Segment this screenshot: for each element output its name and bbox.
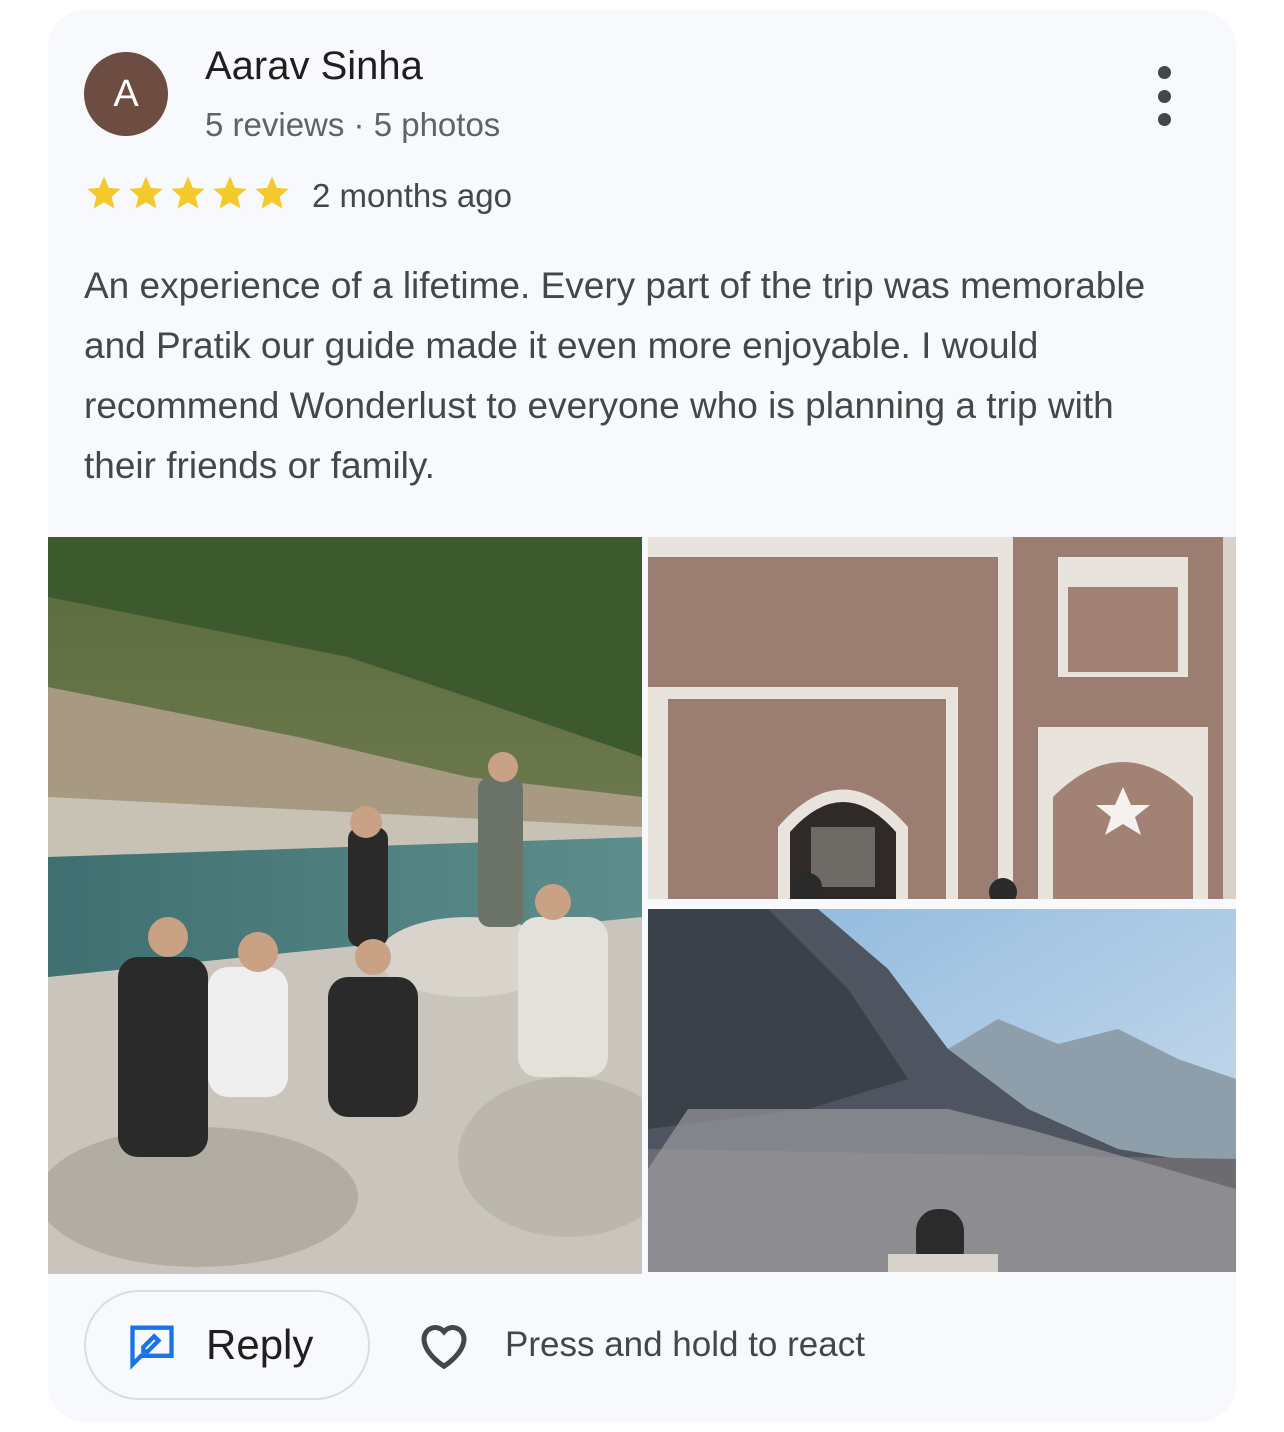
star-icon [129,176,163,209]
author-name[interactable]: Aarav Sinha [205,44,423,89]
reply-label: Reply [206,1321,314,1368]
more-options-icon[interactable] [1146,66,1182,126]
avatar[interactable]: A [84,52,168,136]
star-icon [87,176,121,209]
reply-button[interactable]: Reply [84,1290,370,1400]
photo-building-facade[interactable] [648,537,1236,899]
star-icon [213,176,247,209]
review-text: An experience of a lifetime. Every part … [84,265,1146,486]
react-hint[interactable]: Press and hold to react [505,1325,865,1365]
star-icon [171,176,205,209]
photo-snowy-mountains[interactable] [648,909,1236,1272]
star-rating [84,173,292,213]
reply-icon [130,1325,174,1370]
review-date: 2 months ago [312,177,512,214]
star-icon [255,176,289,209]
photo-river-group[interactable] [48,537,642,1274]
review-card: A Aarav Sinha 5 reviews · 5 photos 2 mon… [48,10,1236,1422]
heart-icon[interactable] [414,1315,474,1375]
author-meta: 5 reviews · 5 photos [205,106,501,143]
